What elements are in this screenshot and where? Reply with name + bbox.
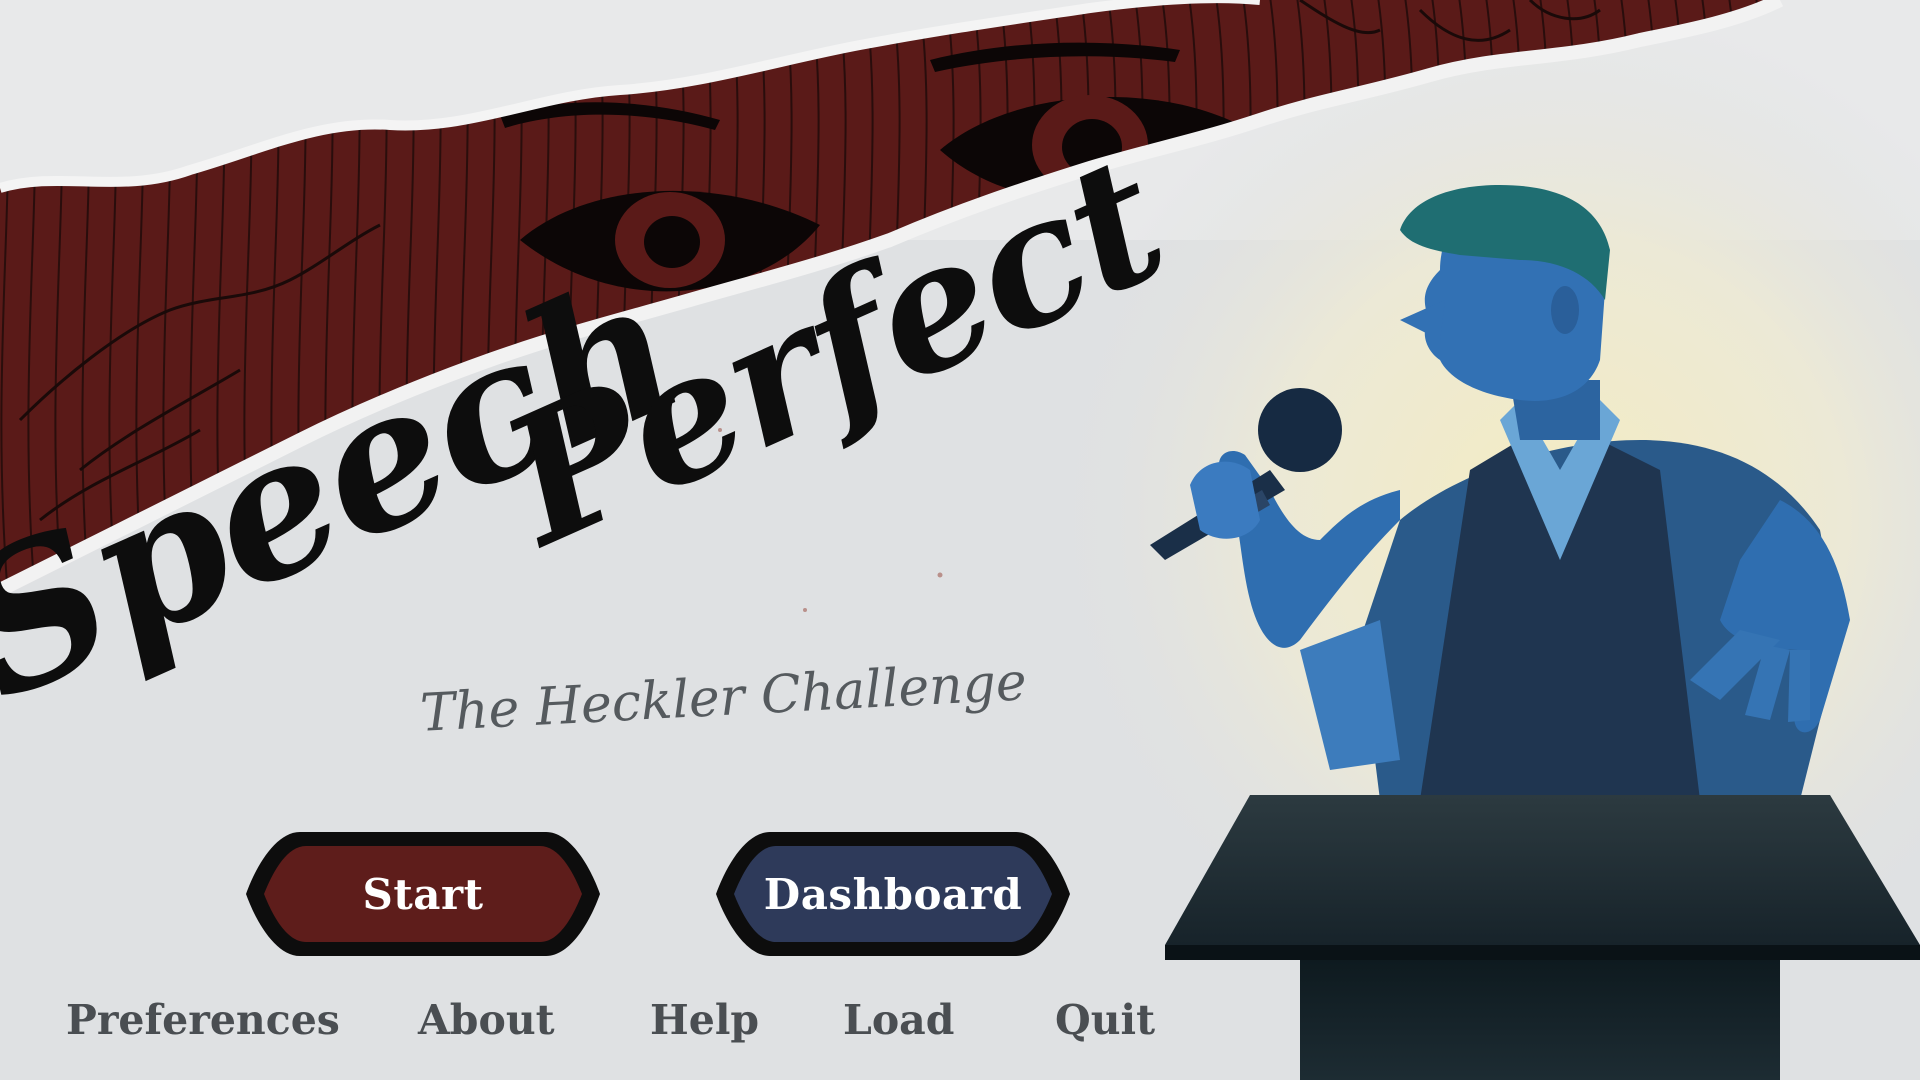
menu-preferences[interactable]: Preferences	[66, 996, 340, 1044]
menu-help[interactable]: Help	[650, 996, 759, 1044]
menu-about[interactable]: About	[418, 996, 555, 1044]
dashboard-button-label: Dashboard	[763, 869, 1023, 919]
dashboard-button[interactable]: Dashboard	[710, 826, 1076, 962]
menu-quit[interactable]: Quit	[1055, 996, 1155, 1044]
menu-load[interactable]: Load	[843, 996, 954, 1044]
start-button[interactable]: Start	[240, 826, 606, 962]
start-button-label: Start	[362, 869, 484, 919]
